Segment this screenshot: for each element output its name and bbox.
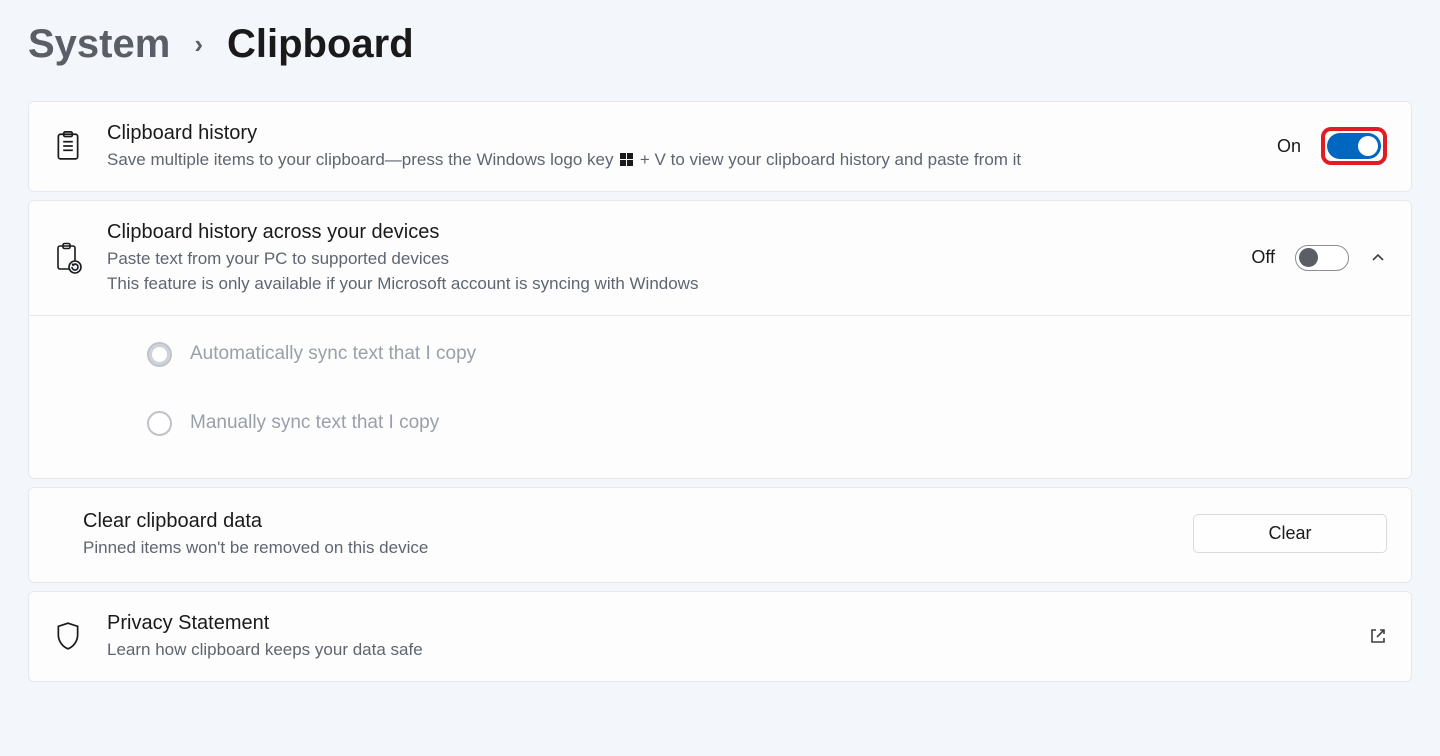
clear-title: Clear clipboard data [83, 508, 1171, 535]
sync-header-row[interactable]: Clipboard history across your devices Pa… [29, 201, 1411, 315]
privacy-desc: Learn how clipboard keeps your data safe [107, 637, 1347, 663]
breadcrumb-parent[interactable]: System [28, 22, 170, 67]
breadcrumb: System › Clipboard [28, 22, 1412, 67]
history-toggle[interactable] [1327, 133, 1381, 159]
history-state-label: On [1277, 136, 1301, 157]
clipboard-icon [51, 131, 85, 161]
page-title: Clipboard [227, 22, 414, 67]
sync-option-auto-label: Automatically sync text that I copy [190, 343, 476, 365]
sync-options-panel: Automatically sync text that I copy Manu… [29, 315, 1411, 478]
radio-icon[interactable] [147, 342, 172, 367]
clear-button[interactable]: Clear [1193, 514, 1387, 553]
external-link-icon [1369, 627, 1387, 645]
sync-option-manual[interactable]: Manually sync text that I copy [147, 411, 1387, 436]
sync-option-auto[interactable]: Automatically sync text that I copy [147, 342, 1387, 367]
clear-desc: Pinned items won't be removed on this de… [83, 535, 1171, 561]
sync-state-label: Off [1251, 247, 1275, 268]
chevron-up-icon[interactable] [1369, 249, 1387, 267]
card-clipboard-history: Clipboard history Save multiple items to… [28, 101, 1412, 192]
history-title: Clipboard history [107, 120, 1255, 147]
chevron-right-icon: › [194, 29, 203, 60]
sync-toggle[interactable] [1295, 245, 1349, 271]
sync-option-manual-label: Manually sync text that I copy [190, 412, 439, 434]
sync-desc1: Paste text from your PC to supported dev… [107, 246, 1229, 272]
sync-title: Clipboard history across your devices [107, 219, 1229, 246]
card-clear-data: Clear clipboard data Pinned items won't … [28, 487, 1412, 584]
history-desc: Save multiple items to your clipboard—pr… [107, 147, 1255, 173]
radio-icon[interactable] [147, 411, 172, 436]
privacy-title: Privacy Statement [107, 610, 1347, 637]
sync-desc2: This feature is only available if your M… [107, 271, 1229, 297]
windows-logo-icon [620, 153, 633, 166]
annotation-highlight [1321, 127, 1387, 165]
clipboard-sync-icon [51, 242, 85, 274]
card-privacy[interactable]: Privacy Statement Learn how clipboard ke… [28, 591, 1412, 682]
shield-icon [51, 621, 85, 651]
card-sync-devices: Clipboard history across your devices Pa… [28, 200, 1412, 479]
